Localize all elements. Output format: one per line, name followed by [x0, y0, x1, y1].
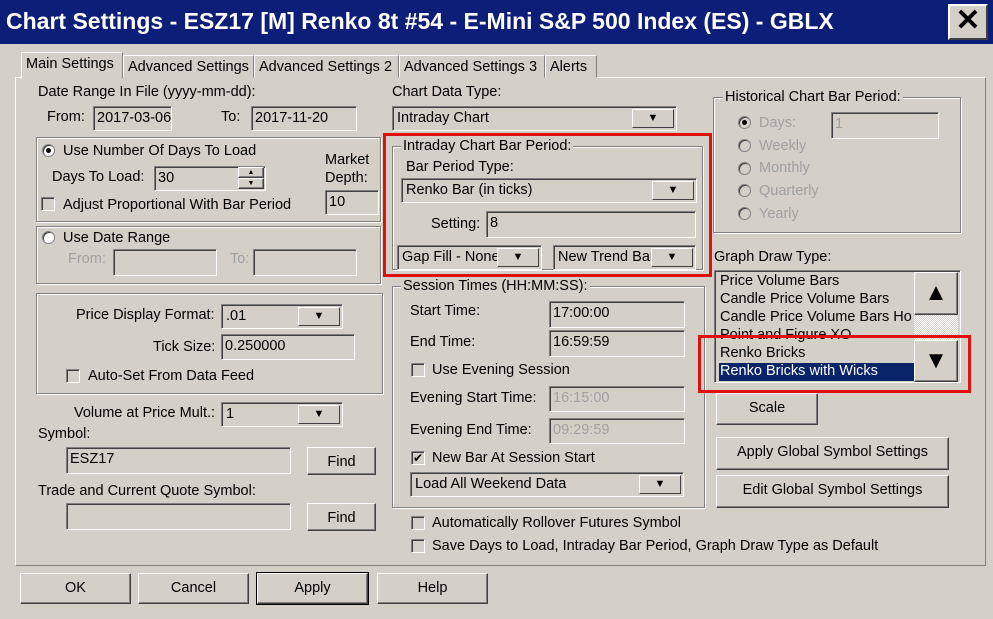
save-default-label: Save Days to Load, Intraday Bar Period, … [432, 538, 879, 554]
save-default-checkbox[interactable] [411, 539, 425, 553]
new-bar-session-checkbox[interactable]: ✔ [411, 451, 425, 465]
highlight-box-intraday [383, 133, 712, 277]
evening-end-field: 09:29:59 [549, 418, 685, 444]
use-date-range-label: Use Date Range [63, 230, 171, 246]
weekend-data-select[interactable]: Load All Weekend Data ▼ [410, 472, 684, 497]
days-radio-label: Days: [759, 115, 797, 131]
cancel-button[interactable]: Cancel [138, 573, 249, 604]
chevron-down-icon[interactable]: ▼ [298, 307, 340, 326]
to-date-field: 2017-11-20 [251, 106, 357, 131]
to-label: To: [221, 109, 241, 125]
use-days-label: Use Number Of Days To Load [63, 143, 257, 159]
chart-data-type-value: Intraday Chart [397, 110, 489, 126]
edit-global-settings-button[interactable]: Edit Global Symbol Settings [716, 475, 949, 508]
evening-start-field: 16:15:00 [549, 386, 685, 412]
tab-main-settings[interactable]: Main Settings [21, 52, 123, 79]
days-radio [738, 116, 751, 129]
market-depth-label-2: Depth: [325, 170, 368, 186]
chevron-down-icon[interactable]: ▼ [639, 475, 681, 494]
list-item[interactable]: Candle Price Volume Bars Ho [719, 309, 914, 327]
evening-start-label: Evening Start Time: [410, 390, 537, 406]
rollover-label: Automatically Rollover Futures Symbol [432, 515, 682, 531]
spin-up-button[interactable]: ▲ [238, 167, 264, 178]
help-button[interactable]: Help [377, 573, 488, 604]
adjust-proportional-checkbox[interactable] [41, 197, 55, 211]
trade-symbol-field[interactable] [66, 503, 291, 530]
symbol-field[interactable]: ESZ17 [66, 447, 291, 474]
volume-mult-value: 1 [226, 406, 235, 422]
from-date-field: 2017-03-06 [93, 106, 172, 131]
start-time-field[interactable]: 17:00:00 [549, 301, 685, 328]
weekend-data-value: Load All Weekend Data [415, 476, 567, 492]
monthly-label: Monthly [759, 160, 810, 176]
find-trade-symbol-button[interactable]: Find [307, 503, 376, 531]
quarterly-radio [738, 184, 751, 197]
spin-down-button[interactable]: ▼ [238, 178, 264, 189]
tick-size-label: Tick Size: [153, 339, 216, 355]
market-depth-label: Market [325, 152, 370, 168]
evening-end-label: Evening End Time: [410, 422, 532, 438]
market-depth-field[interactable]: 10 [325, 190, 379, 215]
scroll-up-button[interactable]: ▲ [914, 272, 958, 315]
weekly-label: Weekly [759, 138, 807, 154]
adjust-proportional-label: Adjust Proportional With Bar Period [63, 197, 292, 213]
apply-button[interactable]: Apply [256, 572, 369, 605]
ok-button[interactable]: OK [20, 573, 131, 604]
rollover-checkbox[interactable] [411, 516, 425, 530]
symbol-label: Symbol: [38, 426, 91, 442]
chevron-down-icon[interactable]: ▼ [298, 405, 340, 424]
price-format-value: .01 [226, 308, 247, 324]
historical-group-title: Historical Chart Bar Period: [723, 89, 903, 105]
use-evening-session-label: Use Evening Session [432, 362, 570, 378]
from-label: From: [47, 109, 85, 125]
scale-button[interactable]: Scale [716, 393, 818, 425]
yearly-radio [738, 207, 751, 220]
tab-advanced-settings-2[interactable]: Advanced Settings 2 [254, 55, 399, 78]
quarterly-label: Quarterly [759, 183, 819, 199]
apply-global-settings-button[interactable]: Apply Global Symbol Settings [716, 437, 949, 470]
window-title: Chart Settings - ESZ17 [M] Renko 8t #54 … [0, 0, 993, 44]
graph-draw-type-label: Graph Draw Type: [714, 249, 832, 265]
tab-advanced-settings[interactable]: Advanced Settings [123, 55, 254, 78]
chart-data-type-label: Chart Data Type: [392, 84, 502, 100]
highlight-box-graph-type [698, 335, 971, 393]
range-to-label: To: [230, 251, 250, 267]
chevron-down-icon[interactable]: ▼ [632, 109, 674, 128]
use-days-radio[interactable] [42, 144, 55, 157]
price-format-label: Price Display Format: [76, 307, 215, 323]
tab-advanced-settings-3[interactable]: Advanced Settings 3 [399, 55, 545, 78]
use-date-range-radio[interactable] [42, 231, 55, 244]
use-evening-session-checkbox[interactable] [411, 363, 425, 377]
tab-alerts[interactable]: Alerts [545, 55, 597, 78]
auto-set-checkbox[interactable] [66, 369, 80, 383]
list-item[interactable]: Candle Price Volume Bars [719, 291, 914, 309]
monthly-radio [738, 162, 751, 175]
days-to-load-label: Days To Load: [52, 169, 145, 185]
range-from-label: From: [68, 251, 106, 267]
trade-symbol-label: Trade and Current Quote Symbol: [38, 483, 256, 499]
volume-mult-select[interactable]: 1 ▼ [221, 402, 343, 427]
close-button[interactable]: ✕ [948, 4, 988, 40]
historical-days-field: 1 [831, 112, 939, 139]
range-to-field [253, 249, 357, 276]
new-bar-session-label: New Bar At Session Start [432, 450, 595, 466]
session-group-title: Session Times (HH:MM:SS): [401, 278, 590, 294]
find-symbol-button[interactable]: Find [307, 447, 376, 475]
auto-set-label: Auto-Set From Data Feed [88, 368, 255, 384]
chart-data-type-select[interactable]: Intraday Chart ▼ [392, 106, 677, 131]
end-time-field[interactable]: 16:59:59 [549, 330, 685, 357]
end-time-label: End Time: [410, 334, 476, 350]
weekly-radio [738, 139, 751, 152]
start-time-label: Start Time: [410, 303, 481, 319]
yearly-label: Yearly [759, 206, 799, 222]
date-range-label: Date Range In File (yyyy-mm-dd): [38, 84, 256, 100]
volume-mult-label: Volume at Price Mult.: [74, 405, 216, 421]
list-item[interactable]: Price Volume Bars [719, 273, 914, 291]
range-from-field [113, 249, 217, 276]
tick-size-field[interactable]: 0.250000 [221, 334, 355, 360]
price-format-select[interactable]: .01 ▼ [221, 304, 343, 329]
